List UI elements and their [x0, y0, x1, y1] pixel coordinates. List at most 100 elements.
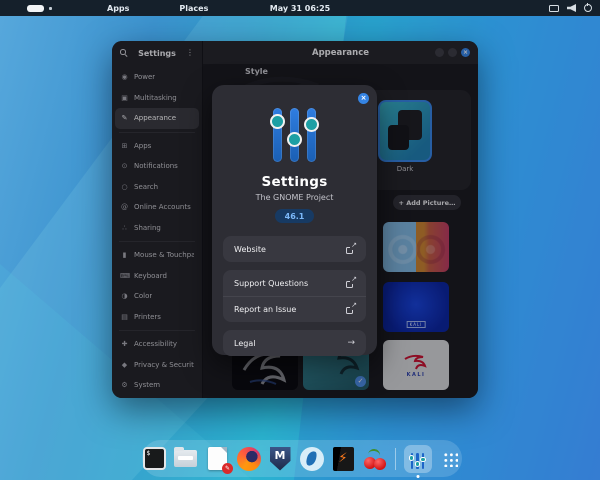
sidebar-item-label: Mouse & Touchpad	[134, 251, 194, 259]
support-questions-row[interactable]: Support Questions ↗	[223, 270, 366, 296]
developer-name: The GNOME Project	[212, 193, 377, 202]
top-panel: Apps Places May 31 06:25	[0, 0, 600, 16]
search-icon[interactable]	[120, 49, 128, 57]
wallpaper-thumbnail-swirl[interactable]	[383, 222, 449, 272]
sidebar-item-label: Notifications	[134, 162, 178, 170]
dock-text-editor-icon[interactable]: ✎	[204, 446, 230, 472]
legal-row[interactable]: Legal →	[223, 330, 366, 356]
places-menu[interactable]: Places	[179, 4, 208, 13]
sidebar-item-accessibility[interactable]: ✚ Accessibility	[115, 334, 199, 355]
sidebar-item-mouse-touchpad[interactable]: ▮ Mouse & Touchpad	[115, 245, 199, 266]
sidebar-item-color[interactable]: ◑ Color	[115, 286, 199, 307]
maximize-button[interactable]	[448, 48, 457, 57]
appearance-icon: ✎	[120, 114, 129, 122]
dock-cherrytree-icon[interactable]	[362, 446, 388, 472]
wallpaper-thumbnail-light-logo[interactable]: KALI	[383, 340, 449, 390]
volume-icon[interactable]	[567, 4, 576, 12]
window-title: Settings	[128, 49, 186, 58]
legal-label: Legal	[234, 339, 347, 348]
app-name: Settings	[212, 174, 377, 190]
dark-preview-window	[388, 125, 409, 149]
sidebar-item-notifications[interactable]: ⊙ Notifications	[115, 156, 199, 177]
sidebar-item-label: Search	[134, 183, 158, 191]
power-icon[interactable]	[584, 4, 592, 12]
website-row[interactable]: Website ↗	[223, 236, 366, 262]
page-title: Appearance	[312, 48, 369, 58]
sidebar-item-apps[interactable]: ⊞ Apps	[115, 136, 199, 157]
sidebar-item-label: Appearance	[134, 114, 176, 122]
dock-settings-icon-active[interactable]	[404, 445, 432, 473]
dock-separator	[395, 448, 396, 470]
close-button[interactable]: ×	[461, 48, 470, 57]
style-option-dark[interactable]	[378, 100, 432, 162]
sidebar-item-privacy-security[interactable]: ◆ Privacy & Security	[115, 355, 199, 376]
sidebar-item-appearance[interactable]: ✎ Appearance	[115, 108, 199, 129]
gear-icon: ⚙	[120, 381, 129, 389]
sidebar-item-label: Apps	[134, 142, 151, 150]
menu-kebab-icon[interactable]: ⋮	[186, 49, 194, 57]
dock-metasploit-icon[interactable]: M	[267, 446, 293, 472]
caret-icon	[49, 7, 52, 10]
color-icon: ◑	[120, 292, 129, 300]
sidebar-item-power[interactable]: ◉ Power	[115, 67, 199, 88]
power-settings-icon: ◉	[120, 73, 129, 81]
sidebar-item-label: Online Accounts	[134, 203, 191, 211]
dialog-close-button[interactable]: ×	[358, 93, 369, 104]
report-issue-label: Report an Issue	[234, 305, 346, 314]
style-option-label: Dark	[378, 165, 432, 173]
divider	[119, 330, 195, 331]
dock-terminal-icon[interactable]: $	[141, 446, 167, 472]
apps-menu[interactable]: Apps	[107, 4, 129, 13]
support-questions-label: Support Questions	[234, 279, 346, 288]
sidebar-item-sharing[interactable]: ∴ Sharing	[115, 218, 199, 239]
sidebar-item-label: Sharing	[134, 224, 161, 232]
kali-dragon-logo	[403, 353, 429, 371]
sidebar-item-multitasking[interactable]: ▣ Multitasking	[115, 88, 199, 109]
settings-app-icon	[266, 105, 324, 165]
add-picture-button[interactable]: + Add Picture…	[393, 195, 461, 210]
window-controls: ×	[435, 41, 470, 64]
sidebar-item-online-accounts[interactable]: @ Online Accounts	[115, 197, 199, 218]
divider	[119, 241, 195, 242]
sidebar-item-label: Keyboard	[134, 272, 167, 280]
display-icon[interactable]	[549, 5, 559, 12]
dock-files-icon[interactable]	[173, 446, 199, 472]
accessibility-icon: ✚	[120, 340, 129, 348]
sharing-icon: ∴	[120, 224, 129, 232]
sidebar-item-label: System	[134, 381, 160, 389]
dock-burpsuite-icon[interactable]: ⚡	[330, 446, 356, 472]
mouse-icon: ▮	[120, 251, 129, 259]
website-label: Website	[234, 245, 346, 254]
kali-label: KALI	[407, 321, 426, 328]
divider	[119, 132, 195, 133]
dock-wireshark-icon[interactable]	[299, 446, 325, 472]
dock: $ ✎ M ⚡	[142, 440, 462, 477]
sidebar-header: Settings ⋮	[112, 41, 202, 65]
sidebar-item-keyboard[interactable]: ⌨ Keyboard	[115, 266, 199, 287]
legal-card: Legal →	[223, 330, 366, 356]
wallpaper-thumbnail-blue-pattern[interactable]: KALI	[383, 282, 449, 332]
dock-firefox-icon[interactable]	[236, 446, 262, 472]
style-section-label: Style	[245, 67, 268, 76]
search-settings-icon: ○	[120, 183, 129, 191]
dock-app-grid-icon[interactable]	[437, 446, 463, 472]
sidebar: Settings ⋮ ◉ Power ▣ Multitasking ✎ Appe…	[112, 41, 203, 398]
report-issue-row[interactable]: Report an Issue ↗	[223, 296, 366, 322]
version-badge[interactable]: 46.1	[275, 209, 315, 223]
sidebar-item-search[interactable]: ○ Search	[115, 177, 199, 198]
sidebar-item-printers[interactable]: ▤ Printers	[115, 307, 199, 328]
notifications-icon: ⊙	[120, 162, 129, 170]
support-card: Support Questions ↗ Report an Issue ↗	[223, 270, 366, 322]
sidebar-item-label: Multitasking	[134, 94, 177, 102]
distro-menu-icon[interactable]	[27, 5, 44, 12]
external-link-icon: ↗	[346, 279, 355, 288]
about-settings-dialog: × Settings The GNOME Project 46.1 Websit…	[212, 85, 377, 355]
dialog-links: Website ↗ Support Questions ↗ Report an …	[212, 236, 377, 356]
shield-icon: ◆	[120, 361, 129, 369]
minimize-button[interactable]	[435, 48, 444, 57]
sidebar-item-system[interactable]: ⚙ System	[115, 375, 199, 396]
multitasking-icon: ▣	[120, 94, 129, 102]
keyboard-icon: ⌨	[120, 272, 129, 280]
clock[interactable]: May 31 06:25	[270, 4, 331, 13]
running-indicator	[416, 475, 419, 478]
